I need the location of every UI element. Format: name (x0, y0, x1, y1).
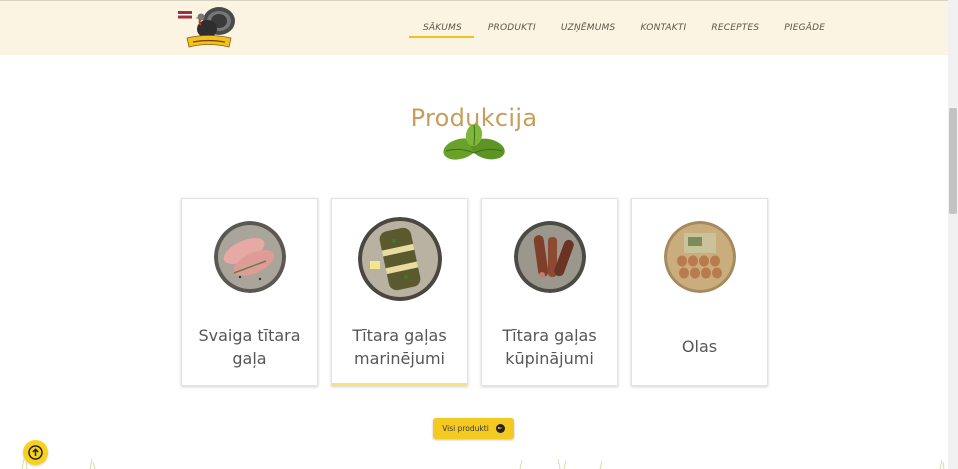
scrollbar-thumb[interactable] (949, 108, 957, 214)
main-nav: SĀKUMS PRODUKTI UZŅĒMUMS KONTAKTI RECEPT… (409, 1, 850, 56)
all-products-label: Visi produkti (442, 424, 489, 433)
nav-kontakti[interactable]: KONTAKTI (640, 1, 686, 33)
product-card-fresh-turkey[interactable]: Svaiga tītara gaļa (181, 198, 318, 386)
product-card-smoked[interactable]: Tītara gaļas kūpinājumi (481, 198, 618, 386)
turkey-logo[interactable] (177, 5, 239, 49)
smoked-meat-image (513, 221, 586, 293)
product-label: Tītara gaļas kūpinājumi (502, 326, 597, 368)
nav-piegade[interactable]: PIEGĀDE (784, 1, 825, 33)
product-label: Olas (681, 337, 718, 356)
all-products-button[interactable]: Visi produkti (433, 418, 514, 439)
page-scrollbar[interactable] (948, 0, 958, 469)
nav-uznemums[interactable]: UZŅĒMUMS (561, 1, 616, 33)
grass-decoration (21, 458, 945, 469)
fresh-turkey-image (213, 221, 286, 293)
nav-sakums[interactable]: SĀKUMS (409, 1, 474, 38)
product-card-eggs[interactable]: Olas (631, 198, 768, 386)
arrow-right-circle-icon (495, 424, 505, 433)
nav-produkti[interactable]: PRODUKTI (488, 1, 536, 33)
basil-leaves-icon (440, 123, 508, 165)
nav-receptes[interactable]: RECEPTES (711, 1, 759, 33)
eggs-image (663, 221, 736, 293)
site-header: SĀKUMS PRODUKTI UZŅĒMUMS KONTAKTI RECEPT… (0, 0, 948, 55)
product-label: Tītara gaļas marinējumi (352, 326, 447, 368)
product-label: Svaiga tītara gaļa (198, 326, 301, 368)
product-card-marinades[interactable]: Tītara gaļas marinējumi (331, 198, 468, 386)
marinades-image (357, 217, 442, 301)
